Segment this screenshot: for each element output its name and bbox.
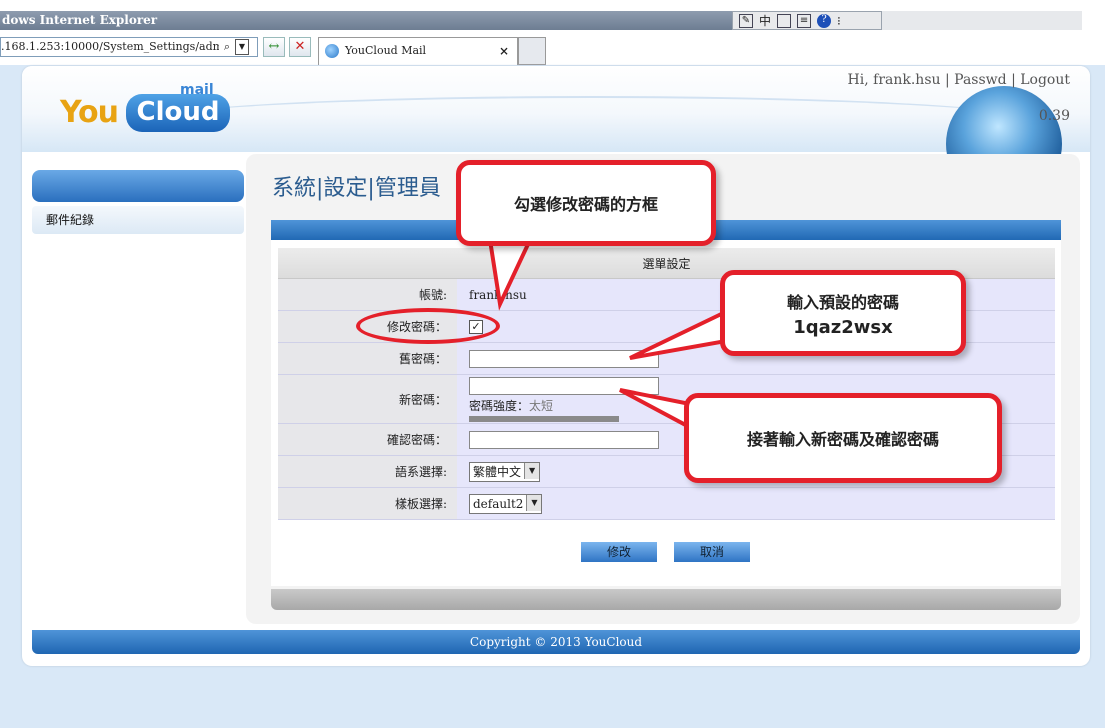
- logo-you: You: [60, 95, 119, 130]
- panel-footer-bar: [271, 589, 1061, 610]
- chevron-down-icon: ▼: [524, 462, 540, 479]
- ie-icon: [325, 44, 339, 58]
- checkbox-highlight-circle: [356, 308, 500, 344]
- more-icon[interactable]: ⁝: [837, 14, 841, 28]
- browser-toolbar: ✎ 中 ≡ ? ⁝: [732, 11, 882, 30]
- toolbar-empty: [882, 11, 1082, 30]
- bubble-default-title: 輸入預設的密碼: [786, 292, 899, 312]
- new-tab-button[interactable]: [518, 37, 546, 65]
- old-password-label: 舊密碼：: [278, 342, 457, 375]
- refresh-button[interactable]: ↔: [263, 37, 285, 57]
- strength-meter: [469, 415, 619, 422]
- help-icon[interactable]: ?: [817, 13, 832, 28]
- confirm-password-label: 確認密碼：: [278, 423, 457, 456]
- footer: Copyright © 2013 YouCloud: [32, 630, 1080, 654]
- new-password-label: 新密碼：: [278, 374, 457, 424]
- logout-link[interactable]: Logout: [1020, 72, 1070, 88]
- tab-title: YouCloud Mail: [345, 44, 427, 57]
- greeting: Hi, frank.hsu: [847, 72, 941, 88]
- app-window: You Cloud mail 0.39 Hi, frank.hsu | Pass…: [22, 66, 1090, 666]
- strength-value: 太短: [529, 398, 554, 413]
- address-field[interactable]: .168.1.253:10000/System_Settings/admin.c…: [0, 37, 258, 57]
- separator: |: [944, 72, 950, 88]
- reading-icon[interactable]: ≡: [797, 13, 812, 28]
- template-label: 樣板選擇:: [278, 487, 457, 520]
- youcloud-logo: You Cloud mail: [60, 82, 240, 136]
- header-decoration: [142, 96, 1042, 148]
- language-label: 語系選擇:: [278, 455, 457, 488]
- bubble-checkbox-text: 勾選修改密碼的方框: [513, 195, 658, 214]
- browser-title: dows Internet Explorer: [0, 11, 732, 30]
- browser-titlebar: dows Internet Explorer ✎ 中 ≡ ? ⁝: [0, 0, 1105, 30]
- bubble-default-value: 1qaz2wsx: [793, 316, 893, 338]
- submit-button[interactable]: 修改: [581, 542, 657, 562]
- bubble-new-text: 接著輸入新密碼及確認密碼: [746, 430, 939, 449]
- annotation-bubble-checkbox: 勾選修改密碼的方框: [456, 160, 716, 246]
- logo-cloud: Cloud: [126, 94, 230, 132]
- sidebar: 郵件紀錄: [32, 170, 244, 234]
- chevron-down-icon: ▼: [526, 494, 542, 511]
- account-label: 帳號:: [278, 278, 457, 311]
- globe-number: 0.39: [1038, 108, 1070, 124]
- template-value: default2: [473, 496, 524, 511]
- search-icon[interactable]: ⌕: [219, 38, 235, 56]
- language-value: 繁體中文: [473, 464, 522, 479]
- language-select[interactable]: 繁體中文 ▼: [469, 461, 541, 482]
- ime-chinese-icon[interactable]: 中: [759, 12, 771, 29]
- header: You Cloud mail 0.39 Hi, frank.hsu | Pass…: [22, 66, 1090, 202]
- template-select[interactable]: default2 ▼: [469, 493, 543, 514]
- address-bar-row: .168.1.253:10000/System_Settings/admin.c…: [0, 30, 1105, 65]
- stop-button[interactable]: ✕: [289, 37, 311, 57]
- page-icon[interactable]: [777, 13, 792, 28]
- table-row: 樣板選擇: default2 ▼: [278, 487, 1055, 520]
- passwd-link[interactable]: Passwd: [954, 72, 1006, 88]
- sidebar-item-mail-log[interactable]: 郵件紀錄: [32, 206, 244, 234]
- strength-label: 密碼強度：: [469, 398, 530, 413]
- cancel-button[interactable]: 取消: [674, 542, 750, 562]
- old-password-input[interactable]: [469, 349, 659, 368]
- separator: |: [1011, 72, 1016, 88]
- logo-mail: mail: [180, 82, 214, 98]
- user-links: Hi, frank.hsu | Passwd | Logout: [848, 72, 1070, 88]
- annotation-bubble-default-password: 輸入預設的密碼 1qaz2wsx: [720, 270, 966, 356]
- close-tab-icon[interactable]: ×: [499, 38, 509, 64]
- address-dropdown-icon[interactable]: ▼: [235, 39, 249, 55]
- sidebar-header: [32, 170, 244, 202]
- confirm-password-input[interactable]: [469, 430, 659, 449]
- address-text: .168.1.253:10000/System_Settings/admin.c…: [1, 40, 219, 53]
- page-title: 系統|設定|管理員: [272, 176, 441, 201]
- translate-icon[interactable]: ✎: [739, 13, 753, 28]
- browser-tab[interactable]: YouCloud Mail ×: [318, 37, 518, 65]
- annotation-bubble-new-password: 接著輸入新密碼及確認密碼: [684, 393, 1002, 483]
- new-password-input[interactable]: [469, 376, 659, 395]
